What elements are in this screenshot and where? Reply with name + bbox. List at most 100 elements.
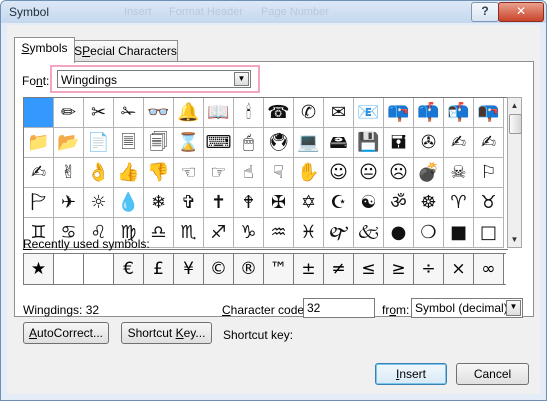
- symbol-cell[interactable]: ☞: [204, 158, 234, 188]
- symbol-cell[interactable]: ♒: [264, 218, 294, 248]
- symbol-cell[interactable]: ⌨: [204, 128, 234, 158]
- symbol-cell[interactable]: ✍: [474, 128, 504, 158]
- symbol-cell[interactable]: ✡: [294, 188, 324, 218]
- recent-symbol-cell[interactable]: ≥: [384, 254, 414, 284]
- symbol-cell[interactable]: 📖: [204, 98, 234, 128]
- dropdown-arrow-icon[interactable]: ▼: [506, 300, 521, 316]
- tab-special-characters[interactable]: SPecial Characters: [73, 40, 178, 61]
- symbol-cell[interactable]: ✆: [294, 98, 324, 128]
- symbol-cell[interactable]: 👓: [144, 98, 174, 128]
- symbol-cell[interactable]: 👍: [114, 158, 144, 188]
- symbol-cell[interactable]: 💧: [114, 188, 144, 218]
- symbol-cell[interactable]: 🕈: [234, 188, 264, 218]
- symbol-cell[interactable]: ✏: [54, 98, 84, 128]
- symbol-cell[interactable]: ●: [384, 218, 414, 248]
- symbol-cell[interactable]: ✋: [294, 158, 324, 188]
- recent-symbol-cell[interactable]: ∞: [474, 254, 504, 284]
- recent-symbol-cell[interactable]: £: [144, 254, 174, 284]
- recent-symbol-cell[interactable]: ★: [24, 254, 54, 284]
- scroll-down-icon[interactable]: ▼: [508, 232, 521, 247]
- dropdown-arrow-icon[interactable]: ▼: [234, 72, 249, 86]
- symbol-cell[interactable]: 🙰: [324, 218, 354, 248]
- symbol-cell[interactable]: ❍: [414, 218, 444, 248]
- symbol-cell[interactable]: 📄: [84, 128, 114, 158]
- symbol-cell[interactable]: 📂: [54, 128, 84, 158]
- symbol-cell[interactable]: 🖴: [324, 128, 354, 158]
- symbol-cell[interactable]: 📭: [474, 98, 504, 128]
- help-button[interactable]: ?: [471, 2, 499, 22]
- recent-symbol-cell[interactable]: [54, 254, 84, 284]
- scroll-thumb[interactable]: [509, 114, 522, 134]
- symbol-cell[interactable]: ⌛: [174, 128, 204, 158]
- symbol-cell[interactable]: ☠: [444, 158, 474, 188]
- symbol-cell[interactable]: 👎: [144, 158, 174, 188]
- symbol-cell[interactable]: 🖲: [264, 128, 294, 158]
- symbol-cell[interactable]: ☟: [264, 158, 294, 188]
- symbol-cell[interactable]: 💾: [354, 128, 384, 158]
- symbol-cell[interactable]: 🗐: [144, 128, 174, 158]
- symbol-cell[interactable]: □: [474, 218, 504, 248]
- symbol-cell[interactable]: 🖬: [384, 128, 414, 158]
- close-button[interactable]: ✕: [498, 2, 544, 22]
- symbol-cell[interactable]: ⚐: [474, 158, 504, 188]
- symbol-cell[interactable]: ☜: [174, 158, 204, 188]
- symbol-cell[interactable]: ♉: [474, 188, 504, 218]
- symbol-cell[interactable]: ■: [444, 218, 474, 248]
- symbol-cell[interactable]: 🕯: [234, 98, 264, 128]
- cancel-button[interactable]: Cancel: [456, 363, 529, 385]
- symbol-cell[interactable]: ♏: [174, 218, 204, 248]
- symbol-cell[interactable]: 🗏: [114, 128, 144, 158]
- symbol-cell[interactable]: ✍: [444, 128, 474, 158]
- symbol-cell[interactable]: 👌: [84, 158, 114, 188]
- recent-symbol-cell[interactable]: ≠: [324, 254, 354, 284]
- symbol-cell[interactable]: ♑: [234, 218, 264, 248]
- symbol-cell[interactable]: ✌: [54, 158, 84, 188]
- symbol-cell[interactable]: ☺: [324, 158, 354, 188]
- symbol-cell[interactable]: 📪: [384, 98, 414, 128]
- symbol-cell[interactable]: ✁: [114, 98, 144, 128]
- symbol-cell[interactable]: ✈: [54, 188, 84, 218]
- symbol-cell[interactable]: ✍: [24, 158, 54, 188]
- recent-symbol-cell[interactable]: ×: [444, 254, 474, 284]
- recent-symbol-cell[interactable]: ®: [234, 254, 264, 284]
- symbol-cell[interactable]: 📧: [354, 98, 384, 128]
- symbol-cell-selected[interactable]: [24, 98, 54, 128]
- symbol-cell[interactable]: ✝: [204, 188, 234, 218]
- symbol-cell[interactable]: 📫: [414, 98, 444, 128]
- symbol-cell[interactable]: ☎: [264, 98, 294, 128]
- symbol-cell[interactable]: ☸: [414, 188, 444, 218]
- symbol-cell[interactable]: ✂: [84, 98, 114, 128]
- scroll-up-icon[interactable]: ▲: [508, 98, 521, 113]
- recent-symbol-cell[interactable]: [84, 254, 114, 284]
- symbol-cell[interactable]: ☪: [324, 188, 354, 218]
- symbol-cell[interactable]: ♐: [204, 218, 234, 248]
- symbol-cell[interactable]: ✠: [264, 188, 294, 218]
- symbol-cell[interactable]: ♓: [294, 218, 324, 248]
- symbol-cell[interactable]: ✞: [174, 188, 204, 218]
- symbol-cell[interactable]: 🔔: [174, 98, 204, 128]
- autocorrect-button[interactable]: AutoCorrect...: [23, 322, 109, 344]
- from-dropdown[interactable]: Symbol (decimal) ▼: [411, 298, 523, 318]
- symbol-cell[interactable]: 🖱: [234, 128, 264, 158]
- recent-symbol-cell[interactable]: ÷: [414, 254, 444, 284]
- symbol-cell[interactable]: ☝: [234, 158, 264, 188]
- character-code-input[interactable]: 32: [303, 298, 375, 318]
- insert-button[interactable]: Insert: [375, 363, 447, 385]
- symbol-cell[interactable]: ✇: [414, 128, 444, 158]
- symbol-cell[interactable]: 🙵: [354, 218, 384, 248]
- symbol-cell[interactable]: ॐ: [384, 188, 414, 218]
- symbol-cell[interactable]: ❄: [144, 188, 174, 218]
- recent-symbol-cell[interactable]: ±: [294, 254, 324, 284]
- symbol-cell[interactable]: ☯: [354, 188, 384, 218]
- font-dropdown[interactable]: Wingdings ▼: [57, 70, 251, 88]
- recent-symbol-cell[interactable]: ¥: [174, 254, 204, 284]
- symbol-cell[interactable]: 📬: [444, 98, 474, 128]
- symbol-cell[interactable]: ☹: [384, 158, 414, 188]
- recent-symbol-cell[interactable]: €: [114, 254, 144, 284]
- symbol-cell[interactable]: 🏱: [24, 188, 54, 218]
- recent-symbol-cell[interactable]: ≤: [354, 254, 384, 284]
- recent-symbol-cell[interactable]: ©: [204, 254, 234, 284]
- shortcut-key-button[interactable]: Shortcut Key...: [121, 322, 212, 344]
- tab-symbols[interactable]: Symbols: [14, 37, 75, 63]
- symbol-cell[interactable]: 💻: [294, 128, 324, 158]
